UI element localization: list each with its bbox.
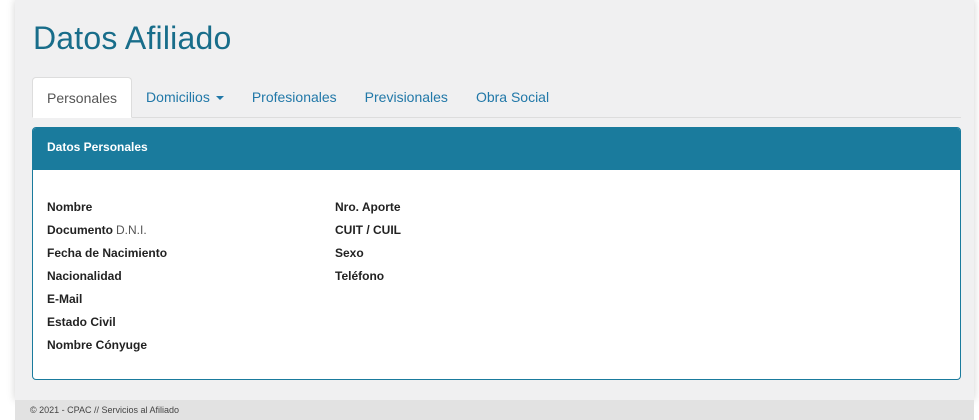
tab-label: Personales — [47, 90, 118, 106]
panel-heading: Datos Personales — [33, 128, 960, 170]
field-fecha-nacimiento: Fecha de Nacimiento — [47, 242, 170, 265]
tab-obra-social[interactable]: Obra Social — [462, 77, 563, 117]
field-nro-aporte: Nro. Aporte — [335, 196, 404, 219]
right-field-column: Nro. Aporte CUIT / CUIL Sexo Teléfono — [335, 196, 404, 288]
field-label: E-Mail — [47, 292, 83, 306]
page-title: Datos Afiliado — [33, 20, 232, 56]
field-label: Nacionalidad — [47, 269, 122, 283]
page-container: Datos Afiliado Personales Domicilios Pro… — [15, 0, 974, 400]
field-email: E-Mail — [47, 288, 170, 311]
field-label: Fecha de Nacimiento — [47, 246, 168, 260]
field-estado-civil: Estado Civil — [47, 311, 170, 334]
field-sexo: Sexo — [335, 242, 404, 265]
tab-label: Obra Social — [475, 89, 550, 105]
tab-bar: Personales Domicilios Profesionales Prev… — [32, 77, 961, 118]
datos-personales-panel: Datos Personales Nombre Documento D.N.I. … — [32, 127, 961, 380]
field-nacionalidad: Nacionalidad — [47, 265, 170, 288]
field-label: Teléfono — [335, 269, 385, 283]
field-value: D.N.I. — [116, 223, 147, 237]
tab-domicilios[interactable]: Domicilios — [132, 77, 238, 117]
tab-label: Profesionales — [251, 89, 337, 105]
field-telefono: Teléfono — [335, 265, 404, 288]
footer: © 2021 - CPAC // Servicios al Afiliado — [15, 400, 974, 420]
tab-personales[interactable]: Personales — [32, 77, 133, 118]
field-label: Nombre Cónyuge — [47, 338, 148, 352]
field-label: CUIT / CUIL — [335, 223, 401, 237]
field-cuit-cuil: CUIT / CUIL — [335, 219, 404, 242]
caret-down-icon — [215, 96, 224, 101]
left-field-column: Nombre Documento D.N.I. Fecha de Nacimien… — [47, 196, 170, 357]
tab-previsionales[interactable]: Previsionales — [351, 77, 462, 117]
field-nombre: Nombre — [47, 196, 170, 219]
tab-label: Previsionales — [364, 89, 448, 105]
field-label: Nombre — [47, 200, 93, 214]
field-label: Estado Civil — [47, 315, 116, 329]
field-label: Sexo — [335, 246, 364, 260]
field-label: Documento — [47, 223, 113, 237]
field-documento: Documento D.N.I. — [47, 219, 170, 242]
tab-profesionales[interactable]: Profesionales — [238, 77, 351, 117]
tab-label: Domicilios — [146, 89, 210, 105]
field-nombre-conyuge: Nombre Cónyuge — [47, 334, 170, 357]
field-label: Nro. Aporte — [335, 200, 401, 214]
